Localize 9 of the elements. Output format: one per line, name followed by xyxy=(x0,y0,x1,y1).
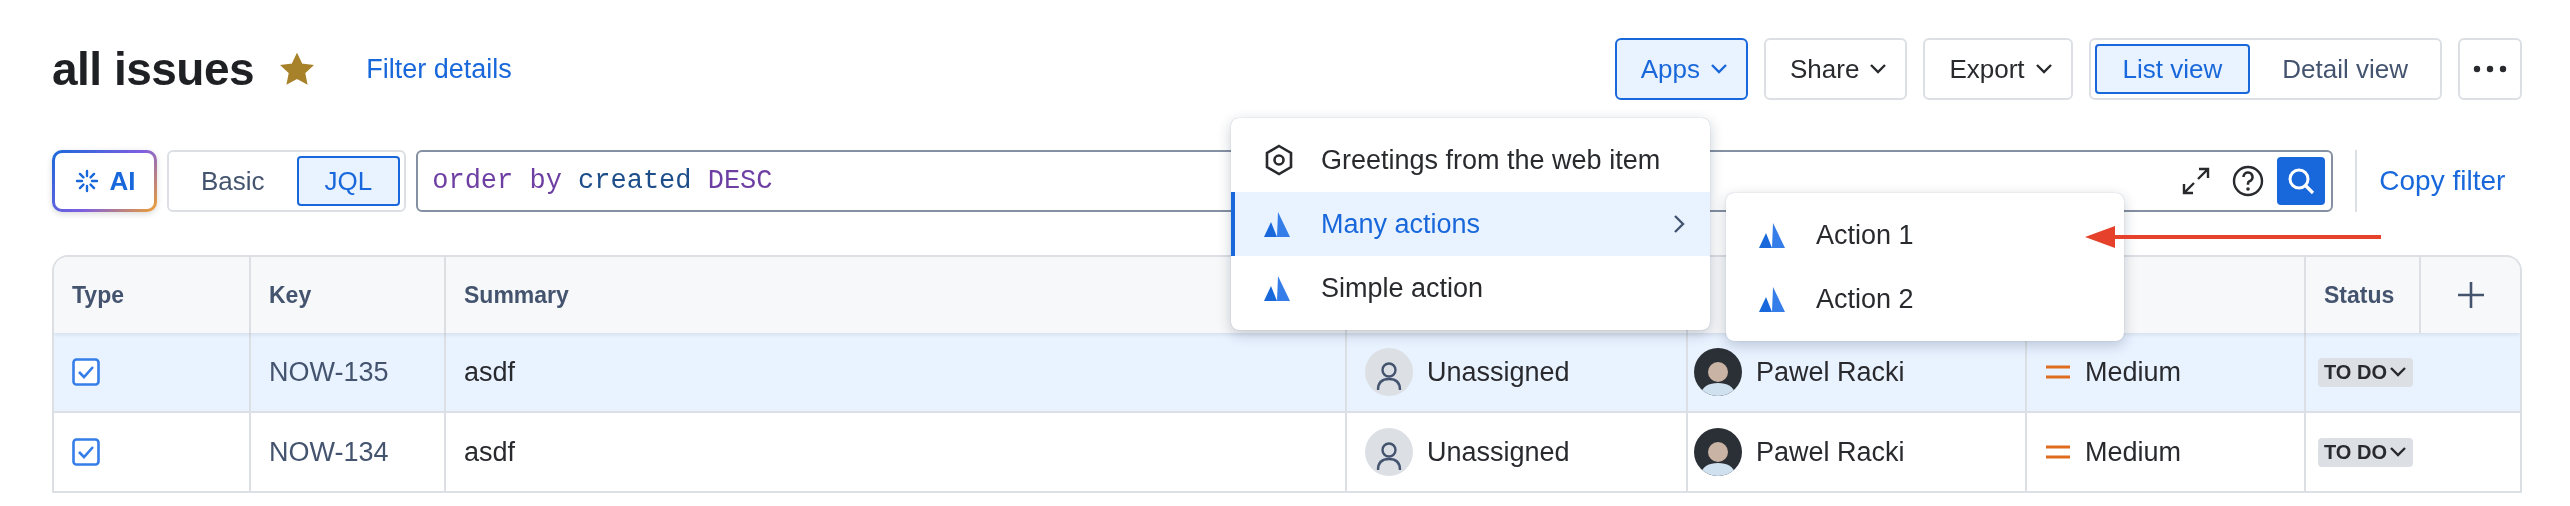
issue-summary: asdf xyxy=(464,356,516,388)
priority-label: Medium xyxy=(2085,436,2182,468)
reporter-name: Pawel Racki xyxy=(1756,436,1905,468)
assignee-name: Unassigned xyxy=(1427,356,1570,388)
reporter-name: Pawel Racki xyxy=(1756,356,1905,388)
page-title: all issues xyxy=(52,42,255,96)
priority-label: Medium xyxy=(2085,356,2182,388)
assignee-name: Unassigned xyxy=(1427,436,1570,468)
issue-summary: asdf xyxy=(464,436,516,468)
